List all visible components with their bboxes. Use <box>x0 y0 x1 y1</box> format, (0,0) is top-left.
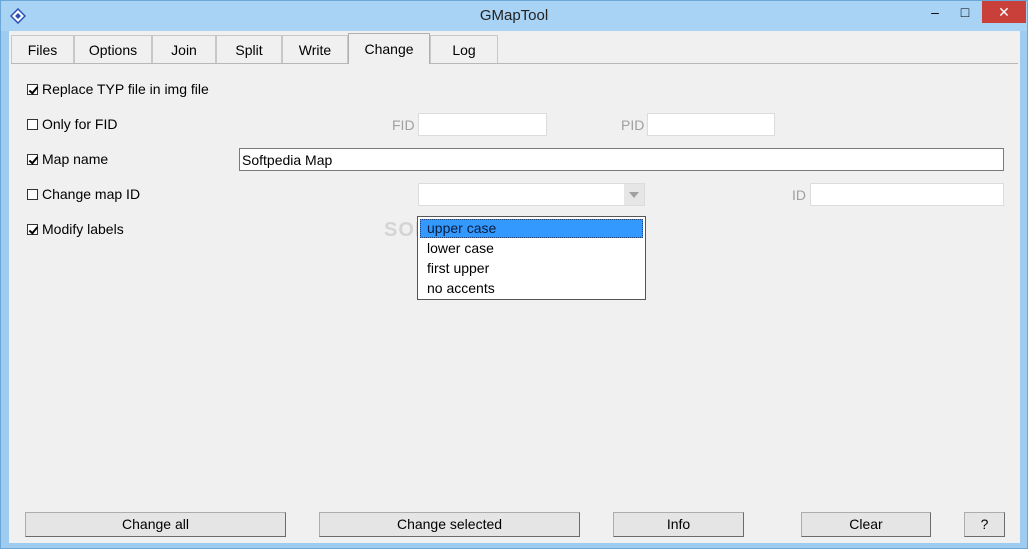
window-title: GMapTool <box>479 7 549 24</box>
modify-labels-checkbox-row[interactable]: Modify labels <box>27 220 124 238</box>
map-name-checkbox[interactable] <box>27 153 38 165</box>
chevron-down-icon[interactable] <box>624 184 644 205</box>
tab-split[interactable]: Split <box>216 35 282 63</box>
tab-change[interactable]: Change <box>348 33 430 64</box>
close-button[interactable]: ✕ <box>982 1 1026 23</box>
label-case-dropdown[interactable]: upper case lower case first upper no acc… <box>417 216 646 300</box>
help-button[interactable]: ? <box>964 512 1005 537</box>
maximize-button[interactable]: □ <box>951 1 979 23</box>
minimize-button[interactable]: – <box>921 1 949 23</box>
fid-label: FID <box>392 117 415 133</box>
clear-button[interactable]: Clear <box>801 512 931 537</box>
pid-input[interactable] <box>647 113 775 136</box>
tab-files[interactable]: Files <box>11 35 74 63</box>
only-fid-checkbox[interactable] <box>27 118 38 130</box>
title-bar[interactable]: GMapTool – □ ✕ <box>1 1 1027 31</box>
replace-typ-checkbox[interactable] <box>27 83 38 95</box>
modify-labels-checkbox[interactable] <box>27 223 38 235</box>
dropdown-option-lower-case[interactable]: lower case <box>420 239 643 258</box>
only-fid-checkbox-row[interactable]: Only for FID <box>27 115 117 133</box>
change-map-id-checkbox-row[interactable]: Change map ID <box>27 185 140 203</box>
map-name-input[interactable] <box>239 148 1004 171</box>
replace-typ-label: Replace TYP file in img file <box>42 81 209 97</box>
change-selected-button[interactable]: Change selected <box>319 512 580 537</box>
modify-labels-label: Modify labels <box>42 221 124 237</box>
change-map-id-checkbox[interactable] <box>27 188 38 200</box>
fid-input[interactable] <box>418 113 547 136</box>
tab-strip: Files Options Join Split Write Change Lo… <box>11 33 1018 64</box>
client-area: Files Options Join Split Write Change Lo… <box>9 31 1020 543</box>
map-name-checkbox-row[interactable]: Map name <box>27 150 108 168</box>
change-all-button[interactable]: Change all <box>25 512 286 537</box>
tab-options[interactable]: Options <box>74 35 152 63</box>
id-input[interactable] <box>810 183 1004 206</box>
tab-write[interactable]: Write <box>282 35 348 63</box>
replace-typ-checkbox-row[interactable]: Replace TYP file in img file <box>27 80 209 98</box>
only-fid-label: Only for FID <box>42 116 118 132</box>
id-label: ID <box>792 187 806 203</box>
map-name-label: Map name <box>42 151 109 167</box>
pid-label: PID <box>621 117 645 133</box>
change-map-id-label: Change map ID <box>42 186 141 202</box>
dropdown-option-first-upper[interactable]: first upper <box>420 259 643 278</box>
dropdown-option-upper-case[interactable]: upper case <box>420 219 643 238</box>
tab-divider <box>11 63 1018 64</box>
map-id-combo[interactable] <box>418 183 645 206</box>
dropdown-option-no-accents[interactable]: no accents <box>420 279 643 298</box>
tab-join[interactable]: Join <box>152 35 216 63</box>
tab-log[interactable]: Log <box>430 35 498 63</box>
info-button[interactable]: Info <box>613 512 744 537</box>
app-window: GMapTool – □ ✕ Files Options Join Split … <box>0 0 1028 549</box>
